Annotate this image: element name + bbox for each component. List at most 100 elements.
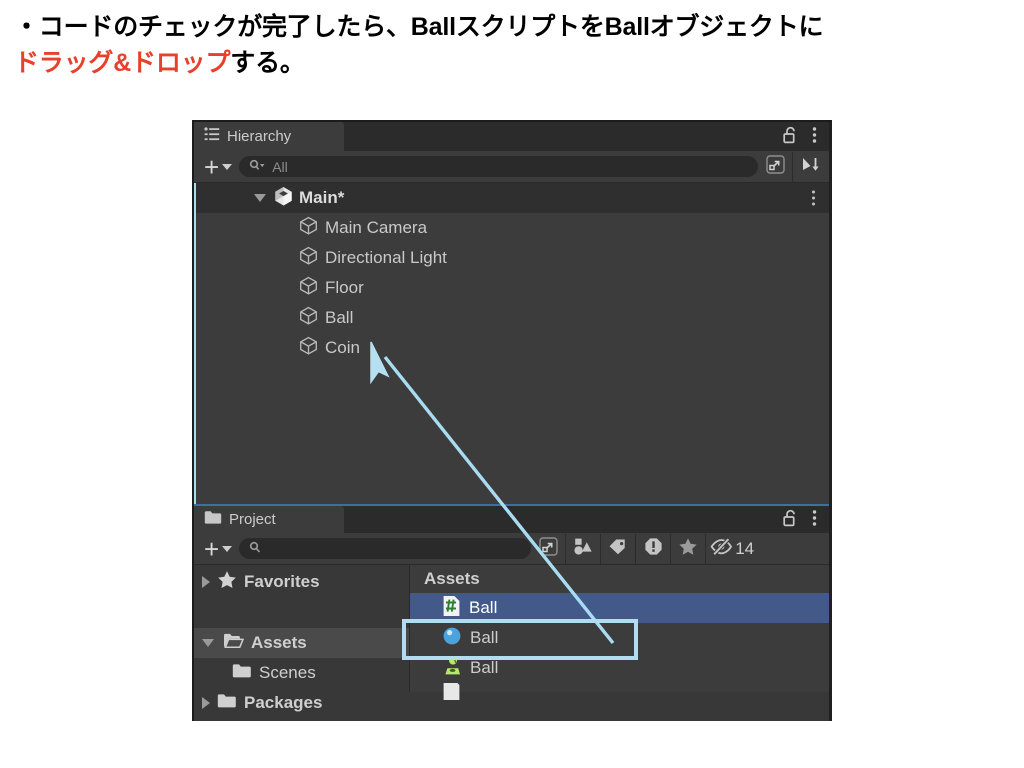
project-asset-ball-material[interactable]: Ball (410, 623, 829, 653)
project-asset-list: Assets Ball Ball Ball (410, 565, 829, 700)
caption-line-1: ・コードのチェックが完了したら、BallスクリプトをBallオブジェクトに (14, 13, 824, 41)
hierarchy-object-row[interactable]: Directional Light (196, 243, 829, 273)
project-filter-tag[interactable] (601, 534, 635, 564)
material-sphere-icon (442, 626, 462, 651)
hierarchy-object-row[interactable]: Coin (196, 333, 829, 363)
hierarchy-sort-button[interactable] (793, 152, 827, 182)
project-asset-ball-physic-material[interactable]: Ball (410, 653, 829, 683)
hierarchy-scene-name: Main* (299, 188, 345, 207)
chevron-down-icon (222, 545, 233, 552)
hierarchy-object-ball[interactable]: Ball (196, 303, 829, 333)
gameobject-cube-icon (299, 216, 318, 240)
project-asset-label: Ball (469, 598, 498, 617)
unlocked-padlock-icon[interactable] (783, 509, 798, 531)
project-asset-ball-script[interactable]: Ball (410, 593, 829, 623)
breadcrumb: Assets (424, 569, 480, 588)
hierarchy-object-label: Floor (325, 278, 364, 297)
hierarchy-object-label: Coin (325, 338, 360, 357)
project-asset-label: Ball (470, 628, 499, 647)
hierarchy-panel: Hierarchy + All Main* Main Camera Direct… (194, 122, 829, 504)
hierarchy-object-row[interactable]: Floor (196, 273, 829, 303)
kebab-menu-icon[interactable] (812, 126, 817, 148)
hidden-count-label: 14 (735, 538, 755, 558)
expand-window-icon (765, 155, 785, 178)
project-folder-tree: Favorites Assets Scenes Packages (194, 565, 410, 712)
project-search-input[interactable] (239, 538, 532, 559)
hierarchy-icon (204, 127, 220, 146)
star-filter-icon (678, 537, 698, 560)
gameobject-cube-icon (299, 276, 318, 300)
hierarchy-object-row[interactable]: Main Camera (196, 213, 829, 243)
star-icon (217, 570, 237, 594)
kebab-menu-icon[interactable] (812, 509, 817, 531)
shapes-filter-icon (573, 537, 593, 560)
chevron-down-icon[interactable] (254, 194, 266, 202)
caption-line-2-rest: する。 (230, 48, 305, 77)
folder-open-icon (223, 632, 245, 654)
hierarchy-add-button[interactable]: + (196, 154, 239, 180)
hierarchy-tabbar: Hierarchy (194, 122, 829, 151)
project-asset-partial[interactable] (410, 683, 829, 701)
project-panel: Project + 14 Favorites Assets Scenes Pac… (194, 504, 829, 712)
csharp-script-icon (442, 595, 461, 622)
tab-hierarchy[interactable]: Hierarchy (194, 122, 344, 151)
project-tabbar: Project (194, 504, 829, 533)
tab-project[interactable]: Project (194, 506, 344, 533)
scene-kebab-menu-icon[interactable] (812, 190, 815, 206)
hierarchy-tree: Main* Main Camera Directional Light Floo… (194, 183, 829, 504)
hierarchy-tab-actions (783, 122, 829, 151)
unity-scene-icon (274, 186, 293, 210)
chevron-down-icon (222, 163, 233, 170)
project-tab-actions (783, 506, 829, 533)
project-add-label: + (204, 533, 220, 564)
hierarchy-scene-row[interactable]: Main* (196, 183, 829, 213)
project-expand-button[interactable] (531, 534, 565, 564)
expand-window-icon (538, 537, 558, 560)
tag-filter-icon (608, 538, 628, 560)
folder-icon (217, 693, 237, 714)
project-tree-item-favorites[interactable]: Favorites (194, 567, 409, 597)
search-dropdown-icon (249, 159, 266, 175)
hierarchy-search-input[interactable]: All (239, 156, 758, 177)
hierarchy-toolbar: + All (194, 151, 829, 183)
project-filter-shapes[interactable] (566, 534, 600, 564)
project-tree-label: Assets (251, 633, 307, 652)
project-filter-warning[interactable] (636, 534, 670, 564)
tab-project-label: Project (229, 511, 276, 528)
project-asset-label: Ball (470, 658, 499, 677)
prefab-icon (442, 683, 461, 701)
sort-descending-icon (800, 155, 820, 178)
caption-line-2: ドラッグ&ドロップする。 (14, 46, 1014, 82)
project-filter-favorites[interactable] (671, 534, 705, 564)
warning-filter-icon (644, 537, 663, 560)
unity-editor-window: Hierarchy + All Main* Main Camera Direct… (192, 120, 832, 721)
project-hidden-count[interactable]: 14 (706, 534, 760, 564)
chevron-down-icon[interactable] (202, 639, 214, 647)
hierarchy-object-label: Directional Light (325, 248, 447, 267)
unlocked-padlock-icon[interactable] (783, 126, 798, 148)
physic-material-icon (442, 655, 462, 681)
project-tree-label: Packages (244, 693, 323, 712)
gameobject-cube-icon (299, 246, 318, 270)
hierarchy-object-label: Ball (325, 308, 354, 327)
project-add-button[interactable]: + (196, 533, 239, 564)
chevron-right-icon[interactable] (202, 697, 210, 709)
screenshot-root: ・コードのチェックが完了したら、BallスクリプトをBallオブジェクトに ドラ… (0, 0, 1024, 768)
project-tree-label: Scenes (259, 663, 316, 682)
gameobject-cube-icon (299, 336, 318, 360)
chevron-right-icon[interactable] (202, 576, 210, 588)
tab-hierarchy-label: Hierarchy (227, 128, 292, 145)
instruction-caption: ・コードのチェックが完了したら、BallスクリプトをBallオブジェクトに ドラ… (14, 10, 1014, 81)
folder-icon (232, 663, 252, 684)
project-tree-item-scenes[interactable]: Scenes (194, 658, 409, 688)
hierarchy-expand-button[interactable] (758, 152, 792, 182)
project-toolbar: + 14 (194, 533, 829, 565)
project-tree-item-assets[interactable]: Assets (194, 628, 409, 658)
hidden-eye-icon (710, 537, 733, 559)
folder-icon (204, 510, 222, 529)
hierarchy-search-placeholder: All (272, 158, 288, 175)
project-body: Favorites Assets Scenes Packages Assets … (194, 565, 829, 712)
search-icon (249, 541, 262, 557)
project-tree-item-packages[interactable]: Packages (194, 688, 409, 718)
